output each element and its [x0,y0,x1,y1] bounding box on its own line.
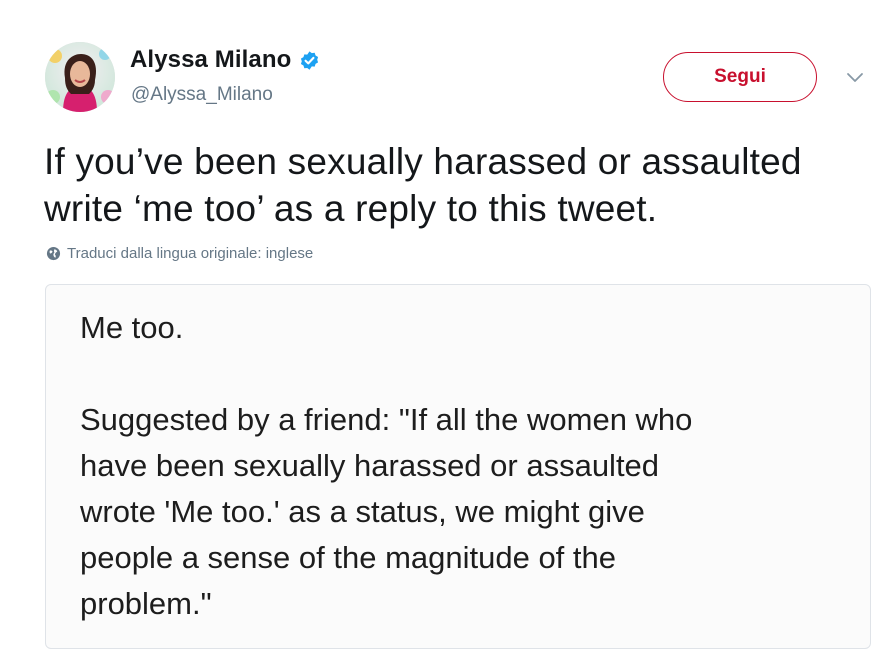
attachment-line: have been sexually harassed or assaulted [80,448,660,483]
user-handle[interactable]: @Alyssa_Milano [131,84,273,106]
verified-badge-icon [301,50,319,70]
user-name-row[interactable]: Alyssa Milano [130,46,320,74]
tweet-text-line: If you’ve been sexually harassed or assa… [44,141,802,182]
chevron-down-icon[interactable] [846,70,864,84]
tweet-card: Alyssa Milano @Alyssa_Milano Segui If yo… [0,0,890,660]
attached-image-text: Me too. Suggested by a friend: "If all t… [80,305,692,627]
translate-label[interactable]: Traduci dalla lingua originale: inglese [67,245,313,262]
attachment-first-line: Me too. [80,310,184,345]
follow-button[interactable]: Segui [663,52,817,102]
attachment-spacer [80,351,692,397]
avatar[interactable] [45,42,115,112]
tweet-text-line: write ‘me too’ as a reply to this tweet. [44,188,658,229]
display-name[interactable]: Alyssa Milano [130,46,291,74]
attachment-line: problem." [80,586,212,621]
globe-icon [46,246,61,261]
attachment-line: wrote 'Me too.' as a status, we might gi… [80,494,645,529]
attachment-line: people a sense of the magnitude of the [80,540,617,575]
translate-link[interactable]: Traduci dalla lingua originale: inglese [46,245,313,262]
avatar-image [45,42,115,112]
attached-image-card[interactable]: Me too. Suggested by a friend: "If all t… [45,284,871,649]
attachment-line: Suggested by a friend: "If all the women… [80,402,693,437]
tweet-text: If you’ve been sexually harassed or assa… [44,138,864,232]
